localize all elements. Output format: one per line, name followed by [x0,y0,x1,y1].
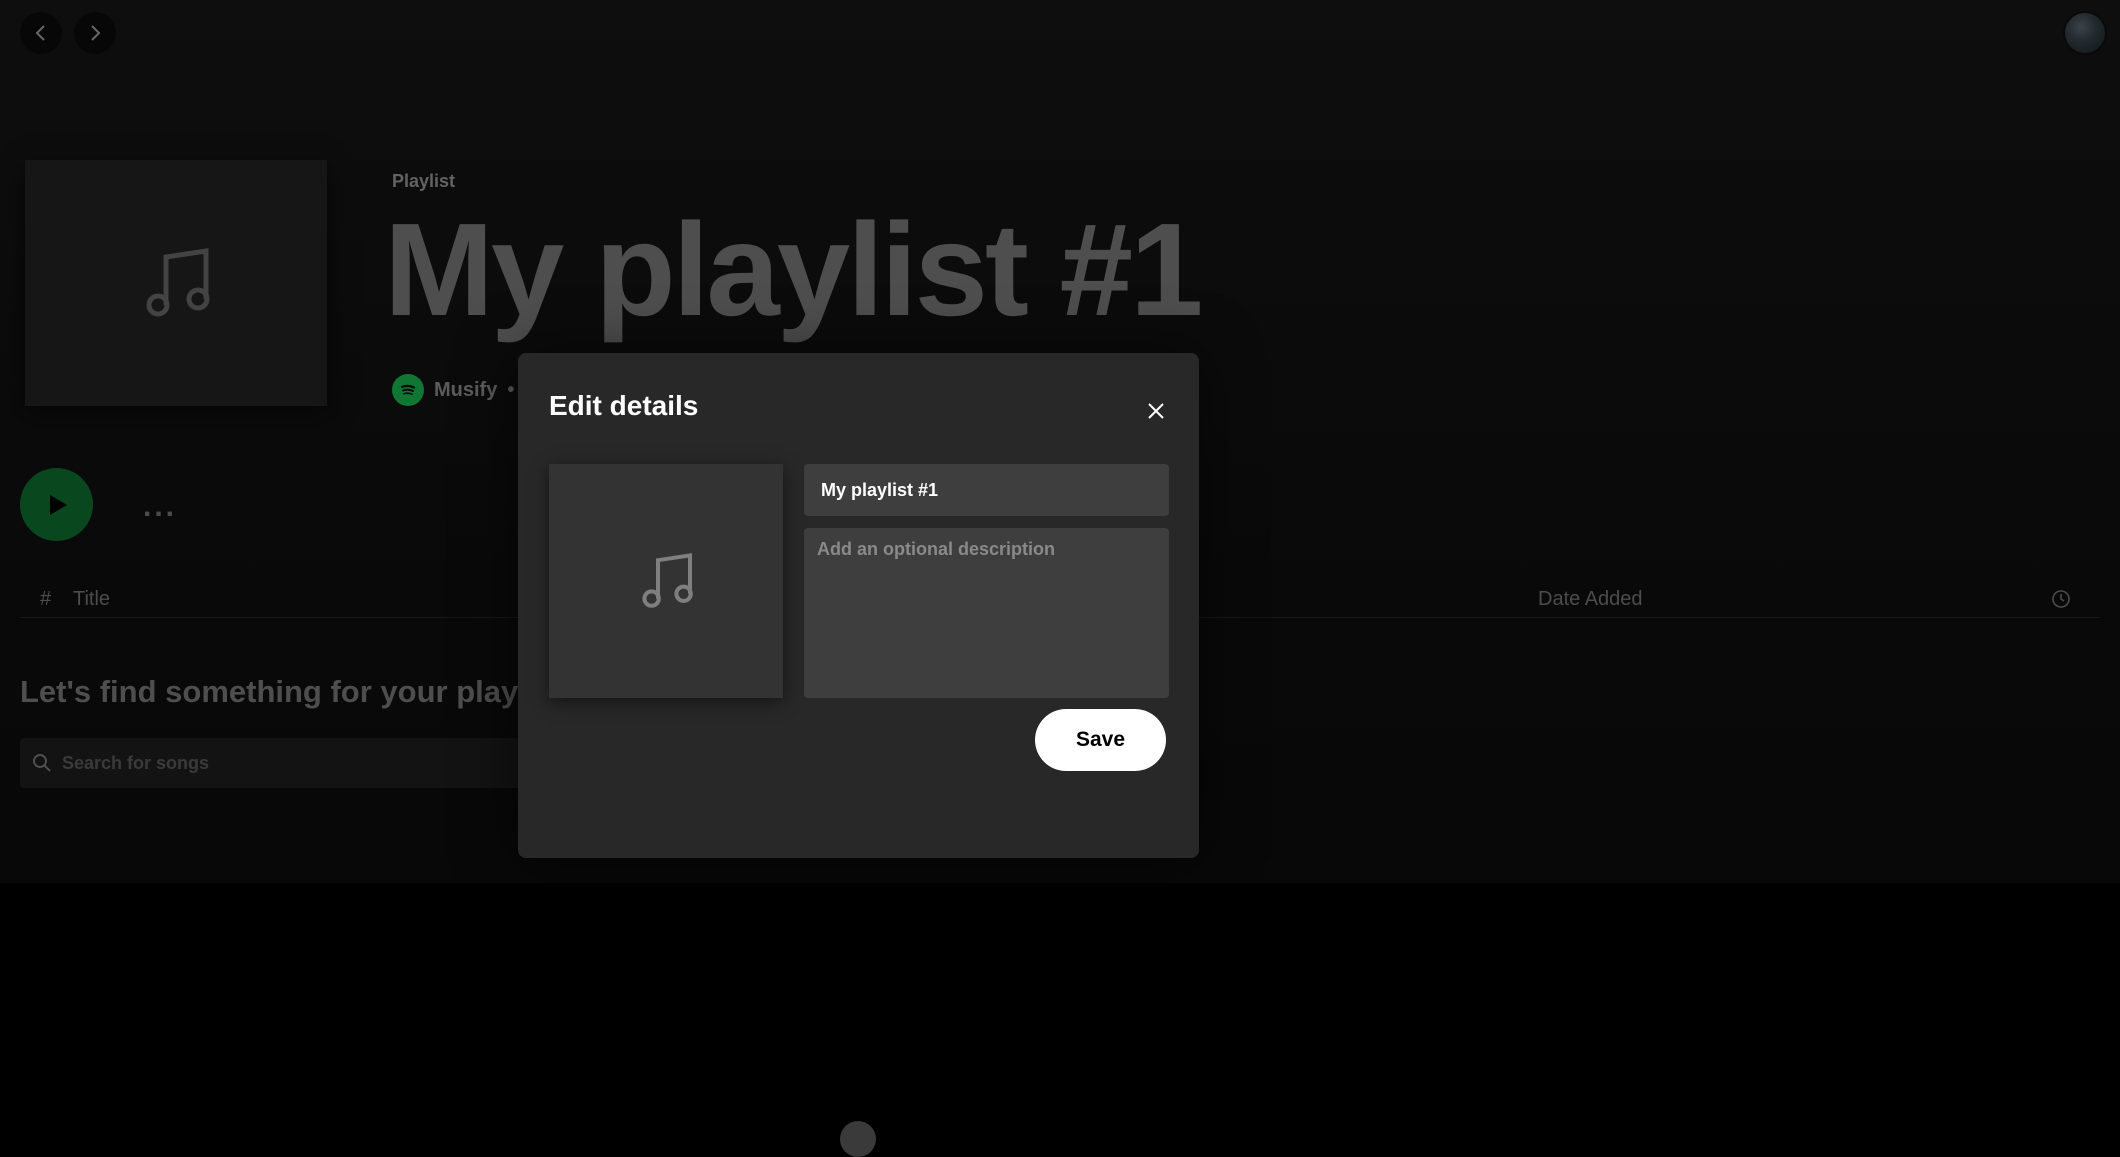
music-note-icon [642,553,693,608]
choose-cover-image-button[interactable] [549,464,783,698]
close-dialog-button[interactable] [1140,395,1172,427]
edit-details-dialog: Edit details Save [518,353,1199,858]
dialog-title: Edit details [549,390,699,421]
playlist-page: Playlist My playlist #1 Musify • 0 ... #… [0,0,2120,883]
close-icon [1148,403,1164,419]
save-button[interactable]: Save [1035,709,1166,771]
bottom-partial-control [840,1121,876,1157]
playlist-description-input[interactable] [804,528,1169,698]
playlist-name-input[interactable] [804,464,1169,516]
